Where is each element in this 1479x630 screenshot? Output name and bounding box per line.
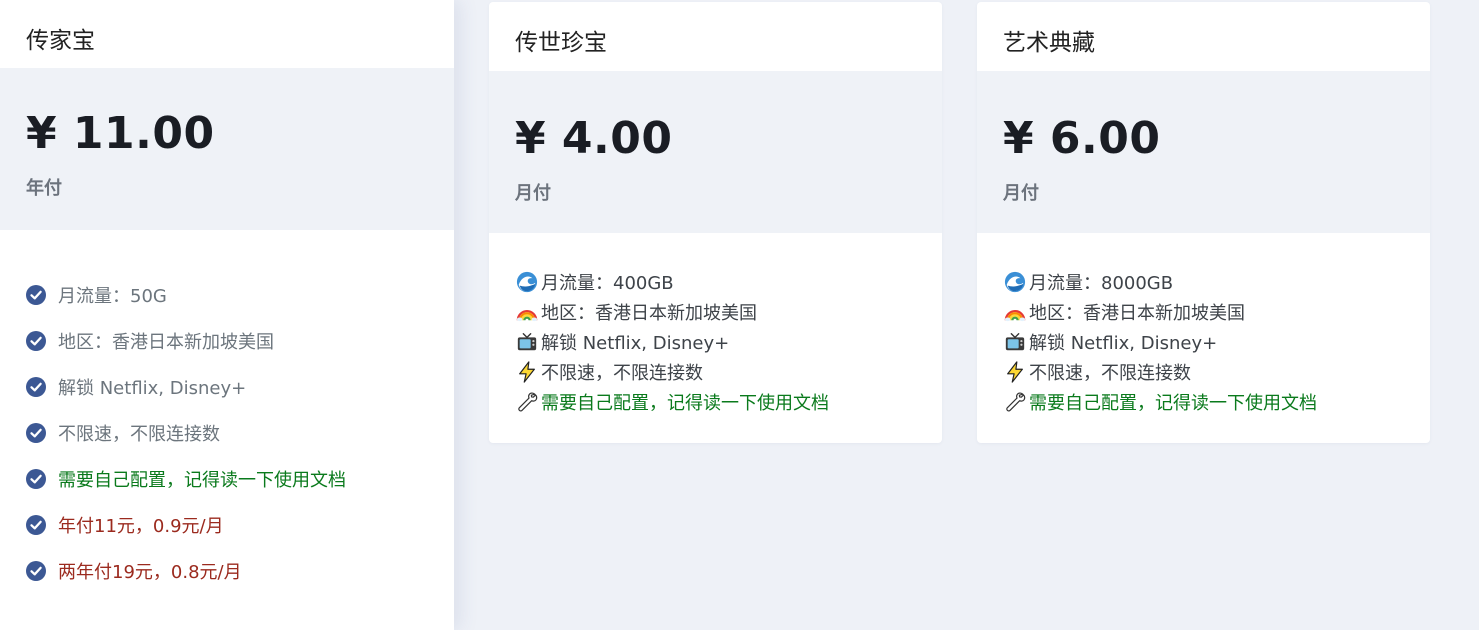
- plan-card-1[interactable]: 传家宝 ¥ 11.00 年付 月流量：50G 地区：香港日本新加坡美国 解锁 N…: [0, 0, 454, 630]
- billing-period: 月付: [515, 183, 551, 204]
- tv-icon: [515, 330, 539, 354]
- feature-item: 不限速，不限连接数: [515, 357, 942, 387]
- feature-item: 月流量：400GB: [515, 267, 942, 297]
- feature-text: 不限速，不限连接数: [1029, 363, 1191, 384]
- feature-item: 解锁 Netflix, Disney+: [26, 364, 454, 410]
- billing-period: 年付: [26, 178, 62, 199]
- tv-icon: [1003, 330, 1027, 354]
- feature-item: 地区：香港日本新加坡美国: [26, 318, 454, 364]
- feature-item: 两年付19元，0.8元/月: [26, 548, 454, 594]
- feature-text: 解锁 Netflix, Disney+: [541, 333, 730, 354]
- plan-price: ¥ 6.00: [1003, 113, 1161, 164]
- feature-text: 地区：香港日本新加坡美国: [1029, 303, 1245, 324]
- plan-card-3[interactable]: 艺术典藏 ¥ 6.00 月付 月流量：8000GB 地区：香港日本新加坡美国 解…: [977, 2, 1430, 443]
- feature-text: 不限速，不限连接数: [58, 424, 220, 445]
- feature-text: 月流量：400GB: [541, 273, 674, 294]
- wrench-icon: [1003, 390, 1027, 414]
- plan-name: 传家宝: [0, 0, 454, 68]
- feature-list: 月流量：400GB 地区：香港日本新加坡美国 解锁 Netflix, Disne…: [489, 233, 942, 417]
- feature-item: 不限速，不限连接数: [1003, 357, 1430, 387]
- plan-card-2[interactable]: 传世珍宝 ¥ 4.00 月付 月流量：400GB 地区：香港日本新加坡美国 解锁…: [489, 2, 942, 443]
- feature-text: 月流量：8000GB: [1029, 273, 1174, 294]
- wave-icon: [1003, 270, 1027, 294]
- check-circle-icon: [26, 469, 46, 489]
- feature-item: 不限速，不限连接数: [26, 410, 454, 456]
- feature-text: 解锁 Netflix, Disney+: [58, 378, 247, 399]
- price-block: ¥ 11.00 年付: [0, 68, 454, 230]
- wave-icon: [515, 270, 539, 294]
- feature-text: 地区：香港日本新加坡美国: [58, 332, 274, 353]
- billing-period: 月付: [1003, 183, 1039, 204]
- check-circle-icon: [26, 561, 46, 581]
- feature-list: 月流量：8000GB 地区：香港日本新加坡美国 解锁 Netflix, Disn…: [977, 233, 1430, 417]
- check-circle-icon: [26, 515, 46, 535]
- plan-price: ¥ 4.00: [515, 113, 673, 164]
- feature-text: 地区：香港日本新加坡美国: [541, 303, 757, 324]
- feature-item: 月流量：50G: [26, 272, 454, 318]
- price-block: ¥ 6.00 月付: [977, 71, 1430, 233]
- feature-item: 需要自己配置，记得读一下使用文档: [515, 387, 942, 417]
- rainbow-icon: [515, 300, 539, 324]
- feature-item: 月流量：8000GB: [1003, 267, 1430, 297]
- lightning-icon: [1003, 360, 1027, 384]
- plan-name: 艺术典藏: [1003, 30, 1095, 56]
- plan-name: 传世珍宝: [515, 30, 607, 56]
- feature-item: 年付11元，0.9元/月: [26, 502, 454, 548]
- check-circle-icon: [26, 423, 46, 443]
- feature-text: 解锁 Netflix, Disney+: [1029, 333, 1218, 354]
- feature-text: 需要自己配置，记得读一下使用文档: [1029, 393, 1317, 414]
- check-circle-icon: [26, 331, 46, 351]
- price-block: ¥ 4.00 月付: [489, 71, 942, 233]
- wrench-icon: [515, 390, 539, 414]
- check-circle-icon: [26, 377, 46, 397]
- feature-item: 地区：香港日本新加坡美国: [515, 297, 942, 327]
- feature-item: 需要自己配置，记得读一下使用文档: [26, 456, 454, 502]
- feature-item: 地区：香港日本新加坡美国: [1003, 297, 1430, 327]
- rainbow-icon: [1003, 300, 1027, 324]
- feature-item: 解锁 Netflix, Disney+: [1003, 327, 1430, 357]
- check-circle-icon: [26, 285, 46, 305]
- feature-text: 月流量：50G: [58, 286, 167, 307]
- feature-text: 不限速，不限连接数: [541, 363, 703, 384]
- plan-price: ¥ 11.00: [26, 108, 215, 159]
- lightning-icon: [515, 360, 539, 384]
- feature-list: 月流量：50G 地区：香港日本新加坡美国 解锁 Netflix, Disney+…: [0, 230, 454, 594]
- feature-text: 需要自己配置，记得读一下使用文档: [58, 470, 346, 491]
- feature-text: 两年付19元，0.8元/月: [58, 562, 242, 583]
- feature-text: 需要自己配置，记得读一下使用文档: [541, 393, 829, 414]
- feature-item: 解锁 Netflix, Disney+: [515, 327, 942, 357]
- feature-text: 年付11元，0.9元/月: [58, 516, 224, 537]
- feature-item: 需要自己配置，记得读一下使用文档: [1003, 387, 1430, 417]
